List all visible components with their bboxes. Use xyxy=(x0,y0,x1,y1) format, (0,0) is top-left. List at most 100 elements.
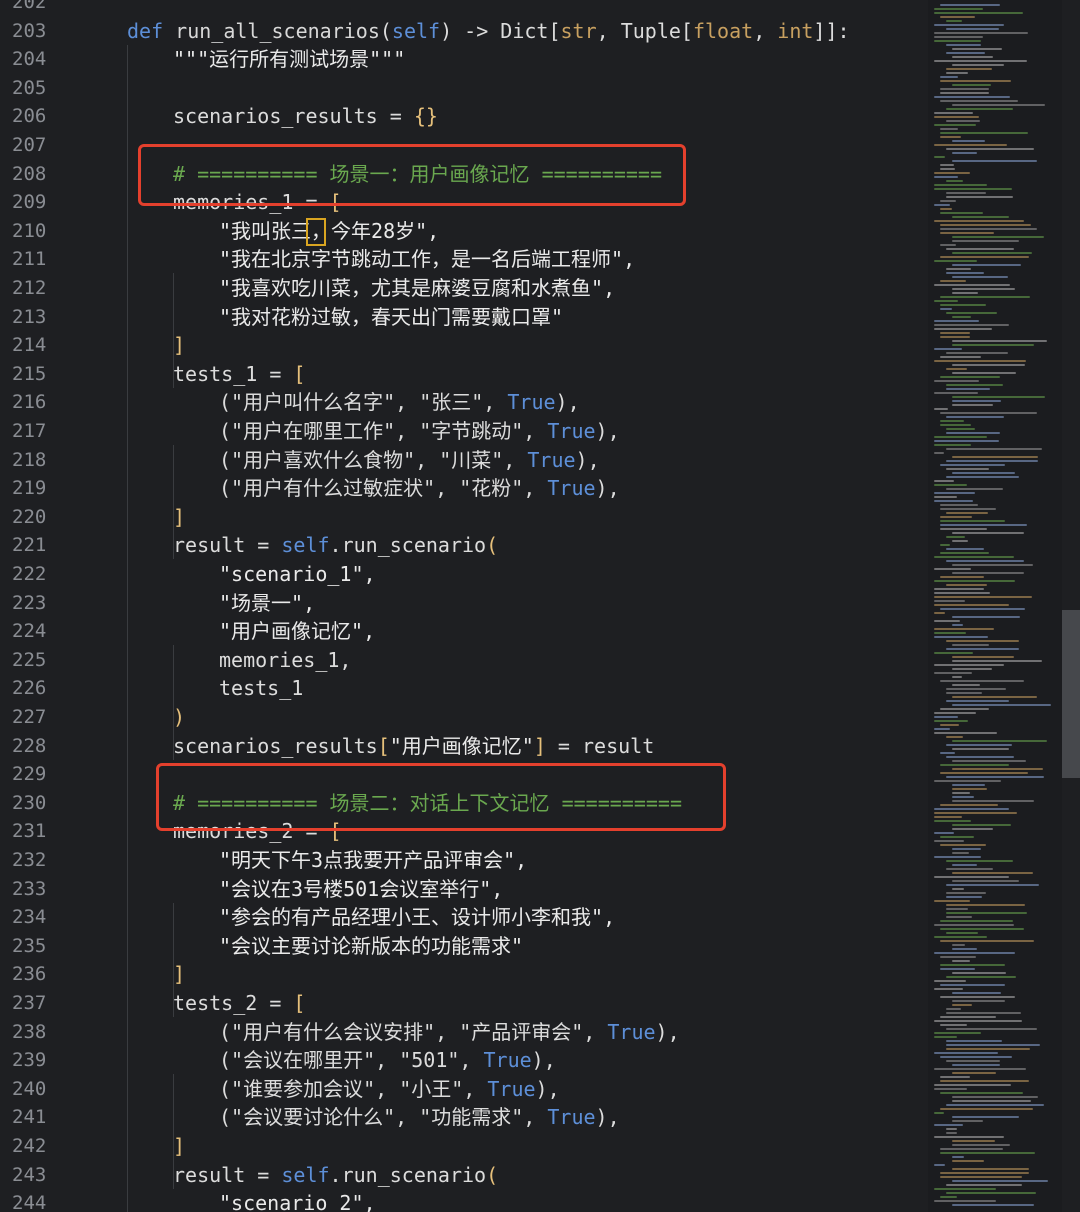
minimap-line xyxy=(934,720,968,722)
code-line[interactable]: 237 tests_2 = [ xyxy=(0,989,925,1018)
minimap-line xyxy=(940,724,959,726)
minimap-line xyxy=(934,664,1004,666)
code-line[interactable]: 210 "我叫张三，今年28岁", xyxy=(0,217,925,246)
minimap-line xyxy=(934,612,945,614)
code-line[interactable]: 234 "参会的有产品经理小王、设计师小李和我", xyxy=(0,903,925,932)
code-line[interactable]: 238 ("用户有什么会议安排", "产品评审会", True), xyxy=(0,1018,925,1047)
vertical-scrollbar[interactable] xyxy=(1062,0,1080,1212)
minimap-line xyxy=(934,1020,1022,1022)
code-text: ("会议在哪里开", "501", True), xyxy=(219,1046,556,1075)
minimap-line xyxy=(940,608,1025,610)
code-line[interactable]: 232 "明天下午3点我要开产品评审会", xyxy=(0,846,925,875)
indent-guide xyxy=(173,902,174,1017)
minimap-line xyxy=(952,456,1038,458)
code-line[interactable]: 212 "我喜欢吃川菜，尤其是麻婆豆腐和水煮鱼", xyxy=(0,274,925,303)
minimap-line xyxy=(946,44,981,46)
code-line[interactable]: 202 xyxy=(0,0,925,17)
code-token-plain: ("会议在哪里开", "501", xyxy=(219,1048,484,1073)
code-line[interactable]: 211 "我在北京字节跳动工作，是一名后端工程师", xyxy=(0,245,925,274)
minimap-line xyxy=(934,32,1028,34)
code-line[interactable]: 225 memories_1, xyxy=(0,646,925,675)
minimap-line xyxy=(952,864,977,866)
scrollbar-thumb[interactable] xyxy=(1062,610,1080,778)
minimap-line xyxy=(934,1052,998,1054)
minimap-line xyxy=(940,1152,1035,1154)
code-token-plain: result = xyxy=(173,533,282,558)
minimap-line xyxy=(952,696,1037,698)
code-line[interactable]: 223 "场景一", xyxy=(0,589,925,618)
code-text: ] xyxy=(173,960,185,989)
minimap-line xyxy=(940,200,956,202)
code-token-bool: True xyxy=(527,447,576,472)
minimap-line xyxy=(946,1128,957,1130)
line-number: 243 xyxy=(12,1163,47,1186)
code-line[interactable]: 244 "scenario_2", xyxy=(0,1189,925,1212)
code-text: ("用户有什么过敏症状", "花粉", True), xyxy=(219,474,620,503)
code-line[interactable]: 228 scenarios_results["用户画像记忆"] = result xyxy=(0,732,925,761)
code-line[interactable]: 205 xyxy=(0,74,925,103)
code-line[interactable]: 222 "scenario_1", xyxy=(0,560,925,589)
code-line[interactable]: 217 ("用户在哪里工作", "字节跳动", True), xyxy=(0,417,925,446)
code-line[interactable]: 203 def run_all_scenarios(self) -> Dict[s… xyxy=(0,17,925,46)
code-line[interactable]: 227) xyxy=(0,703,925,732)
code-line[interactable]: 215 tests_1 = [ xyxy=(0,360,925,389)
minimap-line xyxy=(940,516,972,518)
minimap-line xyxy=(946,120,980,122)
code-text: tests_1 = [ xyxy=(173,360,305,389)
minimap-line xyxy=(934,480,954,482)
code-line[interactable]: 235 "会议主要讨论新版本的功能需求" xyxy=(0,932,925,961)
line-number: 214 xyxy=(12,334,47,357)
minimap-line xyxy=(940,680,1024,682)
code-line[interactable]: 242] xyxy=(0,1132,925,1161)
minimap-line xyxy=(952,792,970,794)
minimap-line xyxy=(940,968,975,970)
code-text: result = self.run_scenario( xyxy=(173,1161,498,1190)
code-text: ("用户有什么会议安排", "产品评审会", True), xyxy=(219,1018,680,1047)
code-token-plain: , xyxy=(753,18,778,43)
code-line[interactable]: 213 "我对花粉过敏，春天出门需要戴口罩" xyxy=(0,303,925,332)
minimap-line xyxy=(952,264,1021,266)
code-line[interactable]: 220] xyxy=(0,503,925,532)
minimap-line xyxy=(934,60,1027,62)
minimap-line xyxy=(946,368,967,370)
minimap-line xyxy=(934,444,971,446)
code-line[interactable]: 226 tests_1 xyxy=(0,674,925,703)
minimap-line xyxy=(934,1124,963,1126)
minimap-line xyxy=(934,220,1024,222)
minimap-line xyxy=(952,852,969,854)
minimap-line xyxy=(934,176,958,178)
code-line[interactable]: 214] xyxy=(0,331,925,360)
line-number: 240 xyxy=(12,1077,47,1100)
minimap-line xyxy=(934,580,1015,582)
minimap-line xyxy=(946,1184,1022,1186)
code-token-plain: tests_2 = xyxy=(173,991,294,1015)
code-line[interactable]: 221 result = self.run_scenario( xyxy=(0,531,925,560)
code-line[interactable]: 216 ("用户叫什么名字", "张三", True), xyxy=(0,388,925,417)
code-token-plain: ("用户叫什么名字", "张三", xyxy=(219,390,508,415)
code-token-str: "参会的有产品经理小王、设计师小李和我", xyxy=(219,905,616,930)
code-line[interactable]: 241 ("会议要讨论什么", "功能需求", True), xyxy=(0,1103,925,1132)
code-line[interactable]: 206 scenarios_results = {} xyxy=(0,102,925,131)
minimap-line xyxy=(946,536,965,538)
code-editor[interactable]: 202 203 def run_all_scenarios(self) -> Dic… xyxy=(0,0,1080,1212)
code-line[interactable]: 218 ("用户喜欢什么食物", "川菜", True), xyxy=(0,446,925,475)
minimap-line xyxy=(952,252,1032,254)
code-line[interactable]: 204 """运行所有测试场景""" xyxy=(0,45,925,74)
minimap-line xyxy=(934,484,967,486)
minimap-line xyxy=(940,576,984,578)
code-line[interactable]: 224 "用户画像记忆", xyxy=(0,617,925,646)
code-token-plain: scenarios_results = xyxy=(173,104,414,129)
code-token-str: "我在北京字节跳动工作，是一名后端工程师", xyxy=(219,247,636,272)
minimap-line xyxy=(940,4,1000,6)
minimap-line xyxy=(952,676,962,678)
minimap[interactable] xyxy=(928,0,1062,1212)
code-line[interactable]: 233 "会议在3号楼501会议室举行", xyxy=(0,875,925,904)
line-number: 219 xyxy=(12,477,47,500)
code-line[interactable]: 243 result = self.run_scenario( xyxy=(0,1161,925,1190)
code-line[interactable]: 240 ("谁要参加会议", "小王", True), xyxy=(0,1075,925,1104)
code-line[interactable]: 219 ("用户有什么过敏症状", "花粉", True), xyxy=(0,474,925,503)
code-line[interactable]: 236] xyxy=(0,960,925,989)
minimap-line xyxy=(952,948,977,950)
minimap-line xyxy=(934,1188,996,1190)
code-line[interactable]: 239 ("会议在哪里开", "501", True), xyxy=(0,1046,925,1075)
